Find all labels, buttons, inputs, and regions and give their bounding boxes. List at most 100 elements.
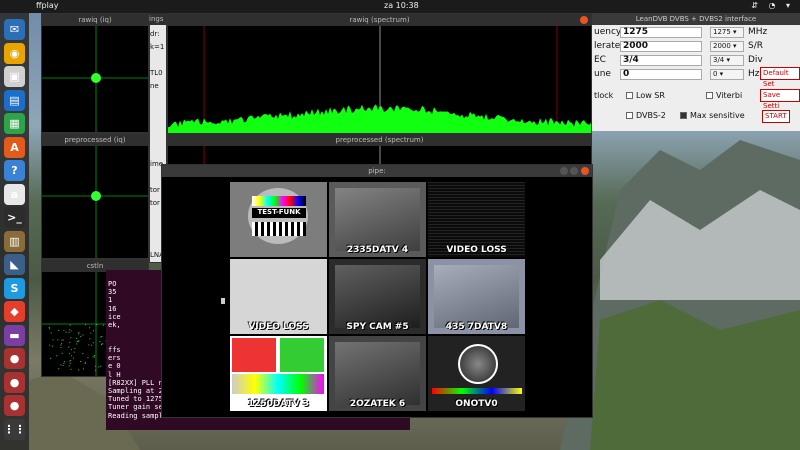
- constellation-point: [69, 362, 71, 364]
- close-icon[interactable]: [580, 16, 588, 24]
- constellation-point: [60, 344, 62, 346]
- terminal-line: Tuned to 12750: [108, 395, 168, 404]
- constellation-point: [68, 331, 70, 333]
- preprocessed-iq-window[interactable]: preprocessed (iq): [41, 133, 149, 259]
- constellation-point: [99, 341, 101, 343]
- sdr-icon[interactable]: ◣: [4, 254, 25, 275]
- maximize-icon[interactable]: [570, 167, 578, 175]
- constellation-point: [102, 324, 104, 326]
- leandvb-title: LeanDVB DVBS + DVBS2 interface: [592, 13, 800, 25]
- rawiq-iq-window[interactable]: rawiq (iq): [41, 13, 149, 133]
- video-tile: VIDEO LOSS: [428, 182, 525, 257]
- constellation-point: [76, 340, 78, 342]
- settings-label: ne: [150, 82, 159, 90]
- terminal-line: 16: [108, 304, 117, 313]
- browser-icon[interactable]: ◉: [4, 42, 25, 64]
- system-tray[interactable]: ⇵ ◔ ▾: [751, 1, 794, 10]
- constellation-point: [69, 360, 71, 362]
- constellation-point: [89, 327, 91, 329]
- activities-label[interactable]: ffplay: [36, 1, 58, 10]
- row-select[interactable]: 2000 ▾: [710, 41, 744, 52]
- default-settings-button[interactable]: Default Set: [760, 67, 800, 88]
- row-value-input[interactable]: 3/4: [620, 55, 702, 66]
- constellation-point: [80, 361, 82, 363]
- skype-icon[interactable]: S: [4, 277, 25, 299]
- terminal-icon[interactable]: >_: [4, 207, 25, 228]
- row-select[interactable]: 1275 ▾: [710, 27, 744, 38]
- save-settings-button[interactable]: Save Setti: [760, 89, 800, 110]
- constellation-point: [101, 335, 103, 337]
- close-icon[interactable]: [581, 167, 589, 175]
- settings-label: dr:: [150, 30, 160, 38]
- mail-icon[interactable]: ✉: [4, 19, 25, 40]
- constellation-point: [49, 344, 51, 346]
- constellation-point: [84, 361, 86, 363]
- record2-icon[interactable]: ●: [4, 371, 25, 393]
- settings-label: [150, 93, 166, 106]
- apps-icon[interactable]: ⋮⋮: [4, 418, 26, 440]
- constellation-point: [49, 357, 51, 359]
- constellation-point: [89, 338, 91, 340]
- row-value-input[interactable]: 1275: [620, 27, 702, 38]
- constellation-point: [49, 328, 51, 330]
- row-select[interactable]: 3/4 ▾: [710, 55, 744, 66]
- video-tile: ONOTV0: [428, 336, 525, 411]
- constellation-point: [82, 353, 84, 355]
- help-icon[interactable]: ?: [4, 160, 25, 181]
- writer-icon[interactable]: ▤: [4, 89, 25, 111]
- video-mosaic: TEST-FUNK 2335DATV 4 VIDEO LOSS VIDEO LOSS S…: [230, 182, 528, 414]
- amazon-icon[interactable]: a: [4, 183, 25, 205]
- leandvb-window[interactable]: LeanDVB DVBS + DVBS2 interface uency 1275…: [592, 13, 800, 131]
- constellation-point: [60, 364, 62, 366]
- constellation-point: [82, 334, 84, 336]
- checkbox-low-sr[interactable]: Low SR: [626, 91, 665, 100]
- clock[interactable]: za 10:38: [384, 1, 419, 10]
- constellation-point: [68, 365, 70, 367]
- checkbox-max-sensitive[interactable]: Max sensitive: [680, 111, 745, 120]
- rawiq-spectrum-window[interactable]: rawiq (spectrum): [167, 13, 592, 135]
- constellation-point: [63, 362, 65, 364]
- row-unit: Div: [748, 55, 763, 65]
- constellation-point: [52, 339, 54, 341]
- window-title: preprocessed (iq): [42, 134, 148, 146]
- constellation-point: [82, 368, 84, 370]
- constellation-point: [61, 352, 63, 354]
- terminal-line: ek,: [108, 321, 121, 330]
- terminal-line: l H: [108, 370, 121, 379]
- checkbox-dvbs-2[interactable]: DVBS-2: [626, 111, 666, 120]
- constellation-point: [78, 333, 80, 335]
- row-value-input[interactable]: 2000: [620, 41, 702, 52]
- row-select[interactable]: 0 ▾: [710, 69, 744, 80]
- constellation-point: [70, 349, 72, 351]
- constellation-point: [58, 368, 60, 370]
- start-button[interactable]: START: [762, 110, 790, 123]
- seek-handle[interactable]: [221, 298, 225, 304]
- constellation-point: [96, 324, 97, 325]
- ffplay-pipe-window[interactable]: pipe: TEST-FUNK 2335DATV 4 VIDEO LOSS VIDEO…: [161, 164, 593, 418]
- settings-label: [150, 145, 166, 158]
- record1-icon[interactable]: ●: [4, 348, 25, 369]
- row-value-input[interactable]: 0: [620, 69, 702, 80]
- store-icon[interactable]: A: [4, 136, 25, 158]
- calc-icon[interactable]: ▦: [4, 113, 25, 134]
- settings-label: [150, 119, 166, 132]
- preprocessed-spectrum-window[interactable]: preprocessed (spectrum): [167, 133, 592, 166]
- archive-icon[interactable]: ▥: [4, 230, 25, 252]
- constellation-point: [63, 330, 65, 332]
- window-title: rawiq (iq): [42, 14, 148, 26]
- record3-icon[interactable]: ●: [4, 395, 25, 416]
- settings-label: [150, 54, 166, 67]
- constellation-point: [60, 347, 62, 349]
- minimize-icon[interactable]: [560, 167, 568, 175]
- checkbox-viterbi[interactable]: Viterbi: [706, 91, 742, 100]
- constellation-point: [61, 343, 63, 345]
- anydesk-icon[interactable]: ◆: [4, 301, 25, 322]
- constellation-point: [69, 342, 71, 344]
- constellation-point: [93, 356, 95, 358]
- terminal-line: Reading sample: [108, 411, 168, 420]
- constellation-point: [78, 369, 80, 371]
- screen-icon[interactable]: ▬: [4, 324, 25, 346]
- terminal-line: ffs: [108, 346, 121, 354]
- files-icon[interactable]: ▣: [4, 66, 25, 87]
- constellation-point: [78, 332, 80, 334]
